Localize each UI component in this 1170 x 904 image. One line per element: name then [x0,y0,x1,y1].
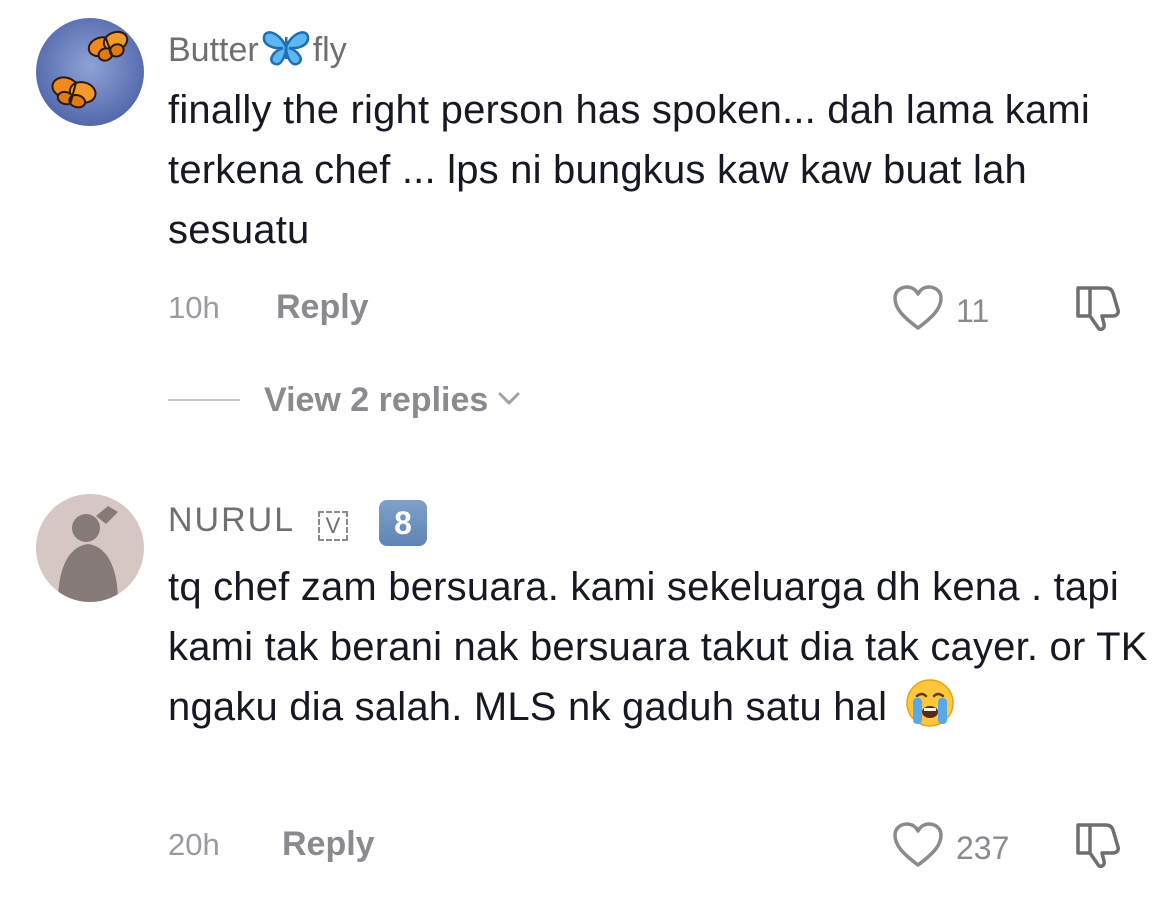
avatar-nurul[interactable] [36,494,144,602]
like-count: 11 [956,292,990,329]
badge-v: V [318,511,348,541]
comment-text: finally the right person has spoken... d… [168,88,1091,252]
username-part-right: fly [312,31,347,69]
view-replies-label: View 2 replies [264,381,489,419]
comment-time: 20h [168,827,220,862]
avatar-image [36,18,144,126]
reply-button[interactable]: Reply [282,827,375,861]
username-butterfly[interactable]: Butter fly [168,27,347,73]
heart-outline-icon [892,284,944,337]
heart-outline-icon [892,821,944,874]
comment-text-body: tq chef zam bersuara. kami sekeluarga dh… [168,565,1148,729]
reply-button[interactable]: Reply [276,290,369,324]
username-part-left: Butter [168,31,259,69]
butterfly-icon [261,27,311,73]
thumbs-down-outline-icon [1072,823,1126,873]
loudly-crying-face-icon [905,678,955,745]
view-replies-button[interactable]: View 2 replies [168,383,522,417]
like-count: 237 [956,829,1010,866]
avatar-image [36,494,144,602]
dislike-button[interactable] [1072,284,1126,337]
comment-time: 10h [168,290,220,325]
badge-number: 8 [379,500,427,546]
comments-section: Butter fly finally the right person has … [0,0,1170,904]
dislike-button[interactable] [1072,821,1126,874]
like-button[interactable]: 237 [892,821,1009,874]
chevron-down-icon [496,389,522,412]
comment-text: tq chef zam bersuara. kami sekeluarga dh… [168,557,1158,745]
like-button[interactable]: 11 [892,284,989,337]
username-nurul[interactable]: NURUL [168,503,295,537]
thumbs-down-outline-icon [1072,286,1126,336]
divider-line [168,399,240,401]
avatar-butterfly[interactable] [36,18,144,126]
